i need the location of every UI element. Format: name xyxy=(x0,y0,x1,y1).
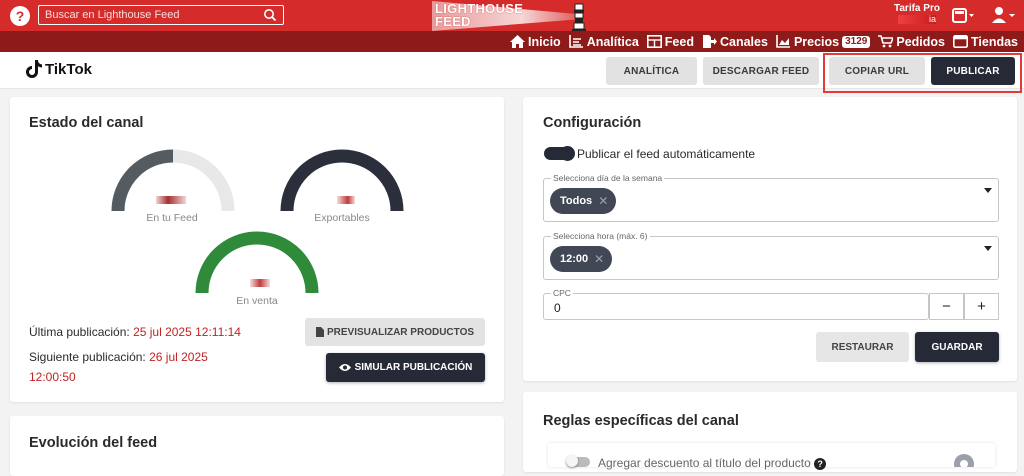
eye-icon xyxy=(338,364,351,371)
nav-item-analitica[interactable]: Analítica xyxy=(568,35,639,49)
cpc-decrement-button[interactable]: − xyxy=(929,293,964,320)
save-button[interactable]: GUARDAR xyxy=(915,332,999,362)
nav-item-precios[interactable]: Precios 3129 xyxy=(776,35,871,49)
preview-products-button[interactable]: PREVISUALIZAR PRODUCTOS xyxy=(305,318,485,346)
feed-icon xyxy=(646,35,662,48)
top-bar: ? LIGHTHOUSEFEED Tarifa Pro ia xyxy=(0,0,1024,31)
auto-publish-toggle[interactable] xyxy=(544,146,575,161)
reset-button[interactable]: RESTAURAR xyxy=(816,332,909,362)
day-caret-icon[interactable] xyxy=(984,188,992,193)
cpc-increment-button[interactable]: + xyxy=(964,293,999,320)
lighthouse-feed-logo[interactable]: LIGHTHOUSE FEED xyxy=(432,1,592,31)
cart-icon xyxy=(878,35,894,48)
rule-label: Agregar descuento al título del producto… xyxy=(598,456,827,470)
feed-gauge xyxy=(111,149,235,212)
channels-icon xyxy=(702,35,717,48)
tiktok-icon xyxy=(26,60,42,78)
search-icon[interactable] xyxy=(263,8,277,22)
config-title: Configuración xyxy=(543,115,642,131)
prices-badge: 3129 xyxy=(842,35,871,48)
exportable-value-redacted xyxy=(337,196,355,204)
search-input[interactable] xyxy=(39,6,259,24)
help-button[interactable]: ? xyxy=(10,6,30,26)
analytics-button[interactable]: ANALÍTICA xyxy=(606,57,697,85)
day-chip[interactable]: Todos ✕ xyxy=(550,188,617,214)
rule-toggle-knob[interactable] xyxy=(566,455,578,467)
file-icon xyxy=(315,327,324,337)
day-chip-remove-icon[interactable]: ✕ xyxy=(598,194,608,208)
nav-item-feed[interactable]: Feed xyxy=(646,35,694,49)
feed-gauge-label: En tu Feed xyxy=(146,212,198,224)
help-circle-icon[interactable]: ? xyxy=(814,458,827,470)
main-nav: Inicio Analítica Feed Canales Precios 31… xyxy=(0,31,1024,52)
cpc-field[interactable]: CPC 0 xyxy=(543,288,929,320)
evolution-title: Evolución del feed xyxy=(29,435,158,451)
nav-item-canales[interactable]: Canales xyxy=(702,35,768,49)
on-sale-value-redacted xyxy=(250,279,270,287)
download-feed-button[interactable]: DESCARGAR FEED xyxy=(703,57,819,85)
next-publication-date: 26 jul 2025 xyxy=(149,350,208,364)
user-icon[interactable] xyxy=(990,6,1016,24)
store-icon xyxy=(952,35,968,48)
nav-item-tiendas[interactable]: Tiendas xyxy=(952,35,1018,49)
next-publication: Siguiente publicación: 26 jul 2025 xyxy=(29,350,208,364)
hour-select[interactable]: Selecciona hora (máx. 6) 12:00 ✕ xyxy=(543,231,999,280)
feed-value-redacted xyxy=(156,196,186,204)
notifications-icon[interactable] xyxy=(950,6,976,24)
home-icon xyxy=(510,35,526,48)
hour-caret-icon[interactable] xyxy=(984,246,992,251)
next-publication-time: 12:00:50 xyxy=(29,370,76,384)
day-select[interactable]: Selecciona día de la semana Todos ✕ xyxy=(543,173,999,222)
status-title: Estado del canal xyxy=(29,115,144,131)
rule-item: Agregar descuento al título del producto… xyxy=(548,443,995,470)
last-publication: Última publicación: 25 jul 2025 12:11:14 xyxy=(29,325,241,339)
hour-chip[interactable]: 12:00 ✕ xyxy=(550,246,613,272)
nav-item-pedidos[interactable]: Pedidos xyxy=(878,35,945,49)
prices-icon xyxy=(776,35,790,48)
hour-chip-remove-icon[interactable]: ✕ xyxy=(594,252,604,266)
analytics-icon xyxy=(568,35,583,48)
exportable-gauge xyxy=(280,149,404,212)
lighthouse-icon xyxy=(572,3,586,31)
settings-icon[interactable] xyxy=(953,453,975,467)
highlight-box xyxy=(823,53,1022,93)
plan-label: Tarifa Pro xyxy=(894,3,940,14)
on-sale-gauge-label: En venta xyxy=(236,295,278,307)
simulate-publication-button[interactable]: SIMULAR PUBLICACIÓN xyxy=(326,353,485,382)
search-box[interactable] xyxy=(38,5,284,25)
channel-title: TikTok xyxy=(26,60,92,78)
plan-sub: ia xyxy=(898,14,936,24)
exportable-gauge-label: Exportables xyxy=(314,212,370,224)
cpc-value[interactable]: 0 xyxy=(554,301,561,315)
rules-title: Reglas específicas del canal xyxy=(543,413,739,429)
nav-item-inicio[interactable]: Inicio xyxy=(510,35,561,49)
last-publication-date: 25 jul 2025 12:11:14 xyxy=(133,325,241,339)
auto-publish-label: Publicar el feed automáticamente xyxy=(577,147,756,161)
